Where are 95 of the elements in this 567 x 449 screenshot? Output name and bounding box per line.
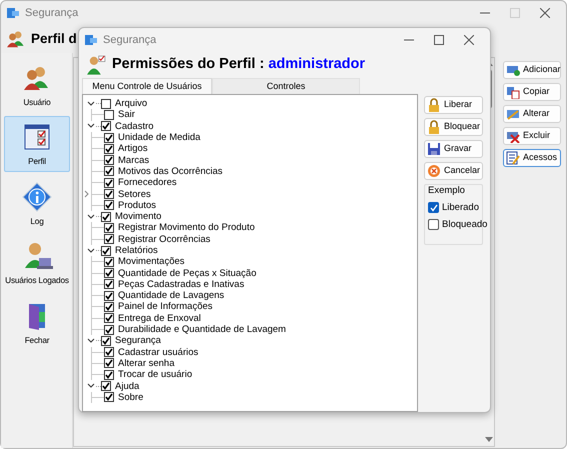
checklist-icon	[506, 151, 520, 165]
checkbox[interactable]	[104, 222, 114, 233]
tab[interactable]: Controles	[212, 78, 360, 94]
checkbox[interactable]	[104, 178, 114, 188]
tree-item-label[interactable]: Unidade de Medida	[118, 132, 200, 144]
tree-item-label[interactable]: Cadastro	[115, 120, 154, 132]
window-title: Segurança	[25, 6, 78, 21]
tree-item-label[interactable]: Sobre	[118, 392, 144, 403]
tree-item-label[interactable]: Segurança	[115, 335, 161, 346]
scroll-down-icon[interactable]	[485, 437, 493, 443]
sidebar-item[interactable]: Perfil	[4, 116, 70, 172]
dialog-heading: Permissões do Perfil : administrador	[112, 55, 366, 74]
dialog-button[interactable]: Bloquear	[424, 118, 483, 136]
checkbox[interactable]	[428, 202, 439, 214]
action-button[interactable]: Alterar	[503, 105, 561, 123]
tree-item-label[interactable]: Arquivo	[115, 98, 148, 110]
padlock-icon	[427, 98, 441, 112]
checkbox[interactable]	[101, 336, 111, 346]
add-icon	[506, 63, 520, 77]
sidebar-item[interactable]: Usuários Logados	[4, 235, 70, 291]
checkbox[interactable]	[104, 144, 114, 154]
window-title: Segurança	[103, 32, 156, 48]
padlock-icon	[427, 120, 441, 134]
tree-item-label[interactable]: Trocar de usuário	[118, 369, 192, 380]
tree-item-label[interactable]: Registrar Movimento do Produto	[118, 222, 255, 234]
checkbox[interactable]	[104, 234, 114, 244]
tab[interactable]: Menu Controle de Usuários	[82, 78, 212, 95]
checkbox[interactable]	[104, 347, 114, 358]
checkbox[interactable]	[104, 268, 114, 278]
tree-item-label[interactable]: Marcas	[118, 154, 150, 166]
tree-item-label[interactable]: Setores	[118, 188, 151, 200]
checkbox[interactable]	[104, 370, 114, 380]
tree-item-label[interactable]: Durabilidade e Quantidade de Lavagem	[118, 324, 286, 336]
checkbox[interactable]	[101, 121, 111, 132]
app-icon	[85, 34, 97, 46]
sidebar-item[interactable]: Usuário	[4, 57, 70, 112]
edit-icon	[506, 107, 520, 121]
group-title: Exemplo	[428, 184, 466, 198]
tree-item-label[interactable]: Produtos	[118, 200, 156, 211]
checkbox[interactable]	[101, 246, 111, 256]
close-icon[interactable]	[540, 8, 550, 18]
tree-item-label[interactable]: Sair	[118, 109, 135, 120]
app-icon	[7, 7, 19, 19]
tree-item-label[interactable]: Peças Cadastradas e Inativas	[118, 278, 244, 290]
tree-item-label[interactable]: Ajuda	[115, 380, 140, 392]
checkbox-label: Liberado	[442, 202, 479, 214]
sidebar-item[interactable]: Log	[4, 176, 70, 232]
checkbox[interactable]	[104, 302, 114, 312]
tree-item-label[interactable]: Registrar Ocorrências	[118, 234, 210, 245]
tree-item-label[interactable]: Alterar senha	[118, 358, 175, 369]
close-icon[interactable]	[464, 35, 474, 45]
dialog-button[interactable]: Liberar	[424, 96, 483, 114]
checkbox-label: Bloqueado	[442, 219, 488, 230]
checkbox[interactable]	[101, 381, 111, 392]
checkbox[interactable]	[101, 98, 111, 109]
checkbox[interactable]	[104, 324, 114, 335]
checkbox[interactable]	[104, 290, 114, 301]
copy-icon	[506, 85, 520, 99]
delete-icon	[506, 129, 520, 143]
tree-item-label[interactable]: Quantidade de Lavagens	[118, 290, 224, 302]
checkbox[interactable]	[104, 200, 114, 210]
info-icon	[21, 180, 53, 213]
tree-item-label[interactable]: Relatórios	[115, 245, 158, 256]
checkbox[interactable]	[104, 256, 114, 267]
tree-item-label[interactable]: Quantidade de Peças x Situação	[118, 268, 256, 279]
tree-item-label[interactable]: Artigos	[118, 143, 148, 154]
dialog-button[interactable]: Cancelar	[424, 162, 483, 180]
tree-item-label[interactable]: Entrega de Enxoval	[118, 312, 201, 324]
checkbox[interactable]	[104, 110, 114, 120]
action-button[interactable]: Adicionar	[503, 61, 561, 79]
cancel-icon	[427, 164, 441, 178]
checkbox[interactable]	[101, 212, 111, 222]
action-button[interactable]: Acessos	[503, 149, 561, 167]
tree-item-label[interactable]: Cadastrar usuários	[118, 346, 198, 358]
page-title: Perfil d	[31, 30, 77, 48]
checkbox[interactable]	[428, 219, 439, 230]
checkbox[interactable]	[104, 358, 114, 368]
checkbox[interactable]	[104, 279, 114, 290]
action-button[interactable]: Excluir	[503, 127, 561, 145]
sidebar-item[interactable]: Fechar	[4, 294, 70, 350]
checkbox[interactable]	[104, 392, 114, 402]
checkbox[interactable]	[104, 132, 114, 143]
tree-item-label[interactable]: Motivos das Ocorrências	[118, 166, 223, 177]
tree-item-label[interactable]: Fornecedores	[118, 177, 177, 188]
checkbox[interactable]	[104, 313, 114, 324]
checkbox[interactable]	[104, 189, 114, 200]
checkbox[interactable]	[104, 166, 114, 176]
checkbox[interactable]	[104, 155, 114, 166]
maximize-icon[interactable]	[434, 35, 444, 45]
action-button[interactable]: Copiar	[503, 83, 561, 101]
tree-item-label[interactable]: Painel de Informações	[118, 301, 213, 312]
dialog-button[interactable]: Gravar	[424, 140, 483, 158]
tree-item-label[interactable]: Movimentações	[118, 256, 185, 268]
user-check-icon	[85, 54, 107, 76]
tree-item-label[interactable]: Movimento	[115, 211, 162, 222]
